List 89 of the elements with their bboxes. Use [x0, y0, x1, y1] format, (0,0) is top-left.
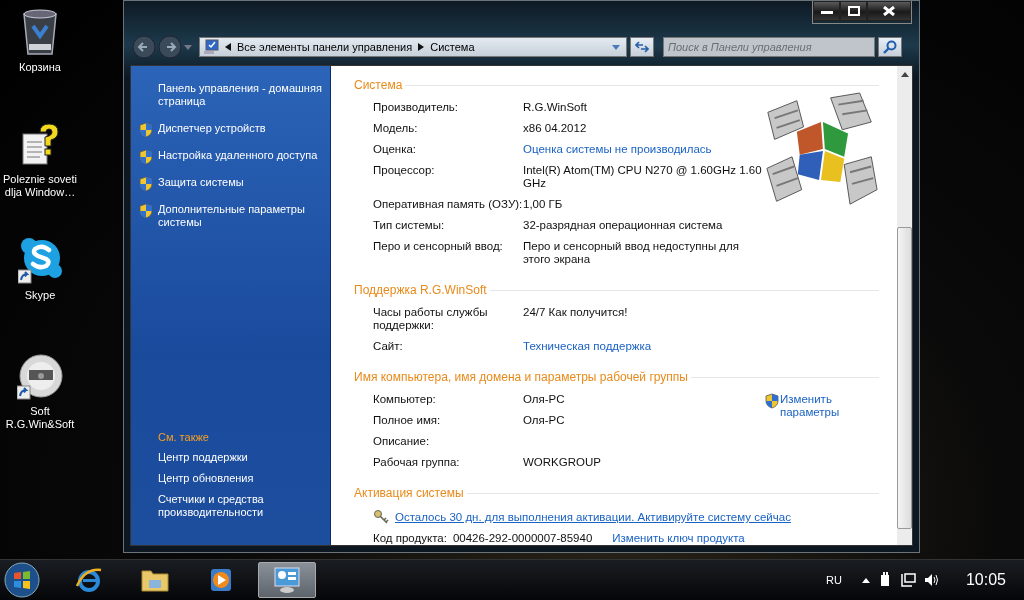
- property-link[interactable]: Оценка системы не производилась: [523, 143, 763, 156]
- clock[interactable]: 10:05: [965, 571, 1006, 589]
- property-value: Оля-PC: [523, 393, 566, 406]
- scrollbar[interactable]: [897, 66, 912, 545]
- sidebar-link[interactable]: Счетчики и средства производительности: [139, 493, 308, 519]
- history-dropdown-icon[interactable]: [184, 44, 192, 50]
- section-heading: Активация системы: [354, 486, 464, 500]
- scroll-up-icon[interactable]: [900, 72, 909, 77]
- refresh-icon: [635, 41, 649, 53]
- property-label: Модель:: [373, 122, 419, 135]
- property-label: Рабочая группа:: [373, 456, 461, 469]
- search-field[interactable]: Поиск в Панели управления: [663, 37, 875, 57]
- property-label: Сайт:: [373, 340, 404, 353]
- shield-icon: [139, 122, 153, 138]
- desktop-icon-label[interactable]: Skype: [1, 289, 79, 302]
- close-icon: [882, 6, 896, 16]
- breadcrumb-arrow-icon[interactable]: [225, 43, 231, 51]
- help-document-icon[interactable]: [20, 122, 60, 168]
- see-also-heading: См. также: [157, 431, 210, 443]
- desktop-icon-label[interactable]: Poleznie soveti dlja Window…: [1, 173, 79, 199]
- shield-icon: [765, 393, 779, 409]
- property-label: Оперативная память (ОЗУ):: [373, 198, 523, 211]
- property-value: 32-разрядная операционная система: [523, 219, 724, 232]
- shield-icon: [139, 176, 153, 192]
- property-value: Оля-PC: [523, 414, 566, 427]
- property-label: Описание:: [373, 435, 431, 448]
- property-value: R.G.WinSoft: [523, 101, 588, 114]
- sidebar-link[interactable]: Дополнительные параметры системы: [158, 203, 323, 229]
- control-panel-icon: [272, 566, 302, 594]
- search-button[interactable]: [878, 37, 902, 57]
- property-value: 1,00 ГБ: [523, 198, 564, 211]
- property-label: Компьютер:: [373, 393, 437, 406]
- change-key-link[interactable]: Изменить ключ продукта: [612, 532, 745, 544]
- breadcrumb-item[interactable]: Все элементы панели управления: [237, 41, 413, 53]
- desktop-icon-label[interactable]: Soft R.G.Win&Soft: [1, 405, 79, 431]
- breadcrumb-item[interactable]: Система: [430, 41, 475, 53]
- language-indicator[interactable]: RU: [826, 574, 842, 586]
- volume-icon[interactable]: [923, 572, 940, 588]
- sidebar-link[interactable]: Центр поддержки: [139, 451, 308, 464]
- shield-icon: [139, 203, 153, 219]
- forward-button[interactable]: [158, 35, 182, 59]
- desktop-icon-label[interactable]: Корзина: [1, 61, 79, 74]
- property-value: 24/7 Как получится!: [523, 306, 629, 320]
- property-label: Процессор:: [373, 164, 436, 178]
- close-button[interactable]: [867, 1, 911, 21]
- property-link[interactable]: Техническая поддержка: [523, 340, 763, 353]
- key-icon: [373, 509, 389, 525]
- property-value: x86 04.2012: [523, 122, 588, 135]
- change-settings-link[interactable]: Изменить параметры: [780, 393, 840, 419]
- browser-icon: [75, 566, 103, 594]
- property-label: Полное имя:: [373, 414, 442, 427]
- section-heading: Система: [354, 78, 403, 92]
- property-label: Часы работы службы поддержки:: [373, 306, 489, 332]
- product-key-label: Код продукта:: [373, 532, 447, 544]
- property-label: Тип системы:: [373, 219, 446, 232]
- property-value: Перо и сенсорный ввод недоступны для этого экрана: [523, 240, 740, 266]
- sidebar-link[interactable]: Центр обновления: [139, 472, 308, 485]
- property-value: WORKGROUP: [523, 456, 602, 469]
- shield-icon: [139, 149, 153, 165]
- property-label: Оценка:: [373, 143, 418, 156]
- product-key: 00426-292-0000007-85940: [452, 532, 593, 544]
- sidebar-link[interactable]: Защита системы: [158, 176, 323, 189]
- search-icon: [883, 40, 897, 54]
- sidebar-link[interactable]: Настройка удаленного доступа: [158, 149, 323, 162]
- scrollbar-thumb[interactable]: [897, 227, 912, 529]
- show-hidden-icons-icon[interactable]: [861, 577, 870, 583]
- property-label: Производитель:: [373, 101, 460, 114]
- section-heading: Имя компьютера, имя домена и параметры рабочей группы: [354, 370, 688, 384]
- property-label: Перо и сенсорный ввод:: [373, 240, 504, 254]
- property-value: Intel(R) Atom(TM) CPU N270 @ 1.60GHz 1.60 GHz: [523, 164, 763, 190]
- refresh-button[interactable]: [630, 37, 654, 57]
- breadcrumb-arrow-icon[interactable]: [418, 43, 425, 51]
- skype-icon[interactable]: [18, 238, 62, 284]
- disc-icon[interactable]: [17, 354, 63, 400]
- taskbar-button[interactable]: [258, 562, 316, 598]
- back-button[interactable]: [132, 35, 156, 59]
- activation-link[interactable]: Осталось 30 дн. для выполнения активации. Активируйте систему сейчас: [395, 511, 791, 523]
- start-button[interactable]: [4, 562, 40, 598]
- computer-icon: [203, 39, 219, 55]
- recycle-bin-icon[interactable]: [20, 6, 60, 56]
- network-icon[interactable]: [899, 572, 916, 588]
- sidebar-link[interactable]: Диспетчер устройств: [158, 122, 323, 135]
- dropdown-icon[interactable]: [612, 44, 620, 50]
- address-bar[interactable]: Все элементы панели управления Система: [199, 37, 627, 57]
- minimize-button[interactable]: [813, 1, 840, 21]
- maximize-button[interactable]: [840, 1, 867, 21]
- maximize-icon: [846, 6, 861, 16]
- sidebar-link[interactable]: Панель управления - домашняя страница: [139, 82, 328, 108]
- section-heading: Поддержка R.G.WinSoft: [354, 283, 487, 297]
